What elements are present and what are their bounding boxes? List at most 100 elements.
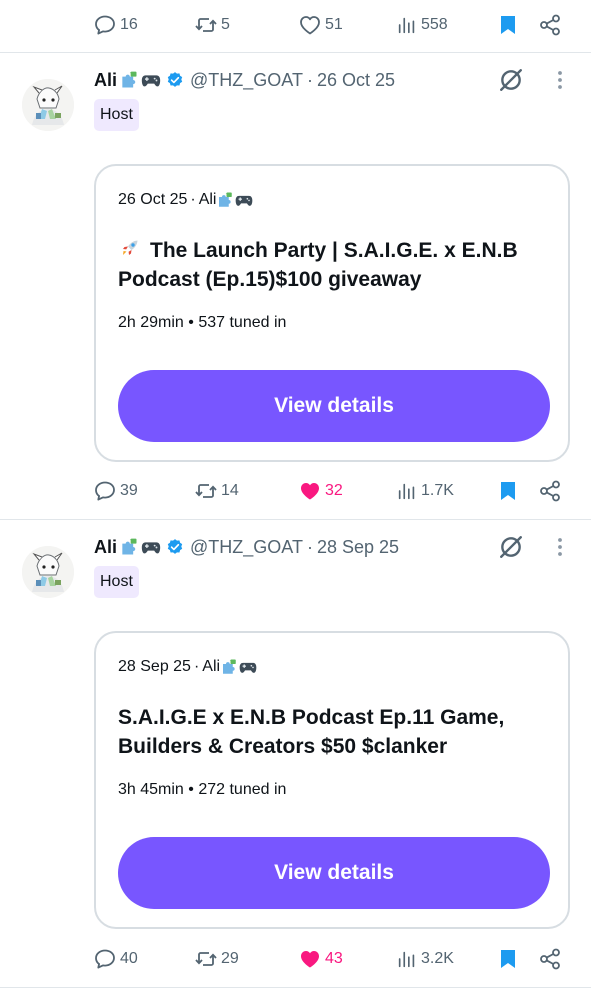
author-emojis xyxy=(119,536,162,558)
host-badge: Host xyxy=(94,566,139,598)
spaces-icon[interactable] xyxy=(496,65,526,95)
like-count: 43 xyxy=(325,950,343,967)
gamepad-icon xyxy=(140,69,162,91)
views-button[interactable]: 3.2K xyxy=(396,939,454,979)
post-date[interactable]: 28 Sep 25 xyxy=(317,537,399,558)
puzzle-icon xyxy=(119,537,139,557)
author-name[interactable]: Ali xyxy=(94,537,117,558)
spaces-icon[interactable] xyxy=(496,532,526,562)
card-stats: 3h 45min • 272 tuned in xyxy=(118,781,286,799)
repost-icon xyxy=(194,479,218,503)
card-title-wrap: The Launch Party | S.A.I.G.E. x E.N.B Po… xyxy=(118,236,558,294)
reply-count: 40 xyxy=(120,950,138,967)
verified-badge-icon xyxy=(166,538,184,556)
card-title-wrap: S.A.I.G.E x E.N.B Podcast Ep.11 Game, Bu… xyxy=(118,703,558,761)
reply-count: 39 xyxy=(120,482,138,499)
views-icon xyxy=(396,479,418,503)
card-tuned-in: 537 tuned in xyxy=(198,314,287,331)
repost-count: 5 xyxy=(221,16,230,33)
more-icon[interactable] xyxy=(550,532,570,562)
views-button[interactable]: 1.7K xyxy=(396,471,454,511)
like-button[interactable]: 51 xyxy=(298,5,343,45)
author-name[interactable]: Ali xyxy=(94,70,117,91)
share-button[interactable] xyxy=(538,939,562,979)
like-count: 32 xyxy=(325,482,343,499)
reply-icon xyxy=(93,947,117,971)
gamepad-icon xyxy=(140,536,162,558)
card-meta: 26 Oct 25 · Ali xyxy=(118,190,254,210)
author-emojis xyxy=(119,69,162,91)
heart-icon xyxy=(298,479,322,503)
like-button[interactable]: 32 xyxy=(298,471,343,511)
card-date: 28 Sep 25 xyxy=(118,658,191,675)
puzzle-icon xyxy=(216,191,234,209)
separator-dot: · xyxy=(306,536,313,557)
avatar[interactable] xyxy=(22,546,74,598)
view-count: 3.2K xyxy=(421,950,454,967)
repost-button[interactable]: 5 xyxy=(194,5,230,45)
bookmark-button[interactable] xyxy=(496,5,520,45)
avatar-image xyxy=(22,79,74,131)
divider xyxy=(0,987,591,988)
share-button[interactable] xyxy=(538,471,562,511)
reply-count: 16 xyxy=(120,16,138,33)
card-duration: 3h 45min xyxy=(118,781,184,798)
post-header: Ali @THZ_GOAT · 28 Sep 25 xyxy=(94,532,399,562)
more-icon[interactable] xyxy=(550,65,570,95)
verified-badge-icon xyxy=(166,71,184,89)
views-icon xyxy=(396,13,418,37)
top-action-bar: 16 5 51 558 xyxy=(0,5,591,45)
share-button[interactable] xyxy=(538,5,562,45)
post-date[interactable]: 26 Oct 25 xyxy=(317,70,395,91)
like-count: 51 xyxy=(325,16,343,33)
share-icon xyxy=(538,13,562,37)
card-title: The Launch Party | S.A.I.G.E. x E.N.B Po… xyxy=(118,239,518,291)
repost-icon xyxy=(194,13,218,37)
repost-count: 14 xyxy=(221,482,239,499)
separator-dot: · xyxy=(306,69,313,90)
stats-separator: • xyxy=(188,781,194,798)
repost-button[interactable]: 14 xyxy=(194,471,239,511)
card-title: S.A.I.G.E x E.N.B Podcast Ep.11 Game, Bu… xyxy=(118,706,505,758)
space-card[interactable]: 28 Sep 25 · Ali S.A.I.G.E x E.N.B Podcas… xyxy=(94,631,570,929)
card-host: Ali xyxy=(198,191,217,208)
share-icon xyxy=(538,479,562,503)
space-card[interactable]: 26 Oct 25 · Ali The Launch Party | S.A.I… xyxy=(94,164,570,462)
repost-button[interactable]: 29 xyxy=(194,939,239,979)
views-button[interactable]: 558 xyxy=(396,5,448,45)
reply-button[interactable]: 16 xyxy=(93,5,138,45)
bookmark-icon xyxy=(496,479,520,503)
puzzle-icon xyxy=(220,658,238,676)
view-details-button[interactable]: View details xyxy=(118,370,550,442)
author-handle[interactable]: @THZ_GOAT xyxy=(190,70,303,91)
post[interactable]: Ali @THZ_GOAT · 26 Oct 25 Host 26 Oct 25… xyxy=(0,53,591,519)
bookmark-icon xyxy=(496,947,520,971)
view-details-button[interactable]: View details xyxy=(118,837,550,909)
card-date: 26 Oct 25 xyxy=(118,191,188,208)
reply-button[interactable]: 40 xyxy=(93,939,138,979)
card-stats: 2h 29min • 537 tuned in xyxy=(118,314,286,332)
bookmark-button[interactable] xyxy=(496,939,520,979)
separator-dot: · xyxy=(193,658,200,675)
like-button[interactable]: 43 xyxy=(298,939,343,979)
post-header: Ali @THZ_GOAT · 26 Oct 25 xyxy=(94,65,395,95)
card-meta: 28 Sep 25 · Ali xyxy=(118,657,258,677)
heart-icon xyxy=(298,13,322,37)
bookmark-icon xyxy=(496,13,520,37)
repost-icon xyxy=(194,947,218,971)
author-handle[interactable]: @THZ_GOAT xyxy=(190,537,303,558)
separator-dot: · xyxy=(190,191,196,208)
post-action-bar: 39 14 32 1.7K xyxy=(0,471,591,511)
gamepad-icon xyxy=(238,657,258,677)
avatar[interactable] xyxy=(22,79,74,131)
bookmark-button[interactable] xyxy=(496,471,520,511)
reply-button[interactable]: 39 xyxy=(93,471,138,511)
card-host: Ali xyxy=(202,658,221,675)
post[interactable]: Ali @THZ_GOAT · 28 Sep 25 Host 28 Sep 25… xyxy=(0,520,591,986)
repost-count: 29 xyxy=(221,950,239,967)
rocket-icon xyxy=(118,236,142,260)
avatar-image xyxy=(22,546,74,598)
view-count: 558 xyxy=(421,16,448,33)
gamepad-icon xyxy=(234,190,254,210)
stats-separator: • xyxy=(188,314,194,331)
